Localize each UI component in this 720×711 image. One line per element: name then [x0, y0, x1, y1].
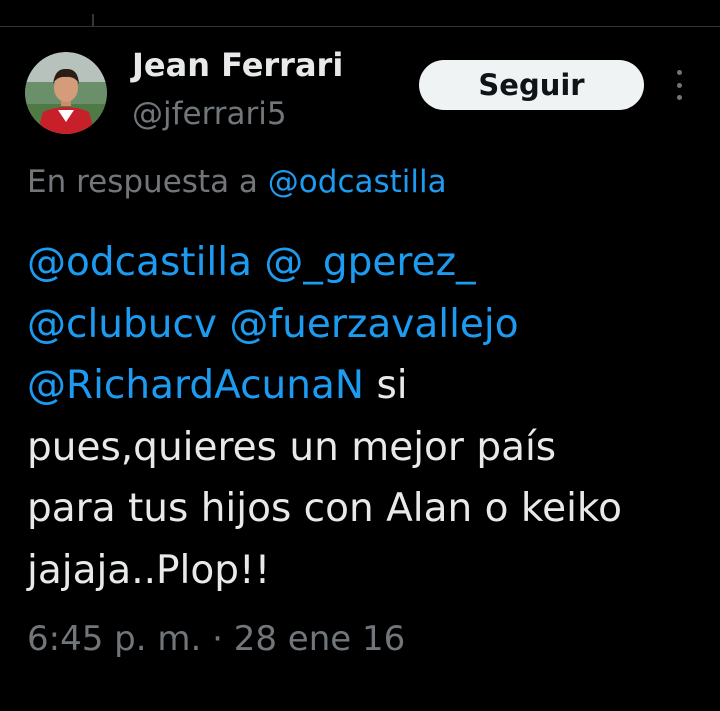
thread-connector-line: [92, 14, 94, 27]
reply-context-prefix: En respuesta a: [27, 164, 258, 200]
tweet-line-1: @odcastilla @_gperez_: [27, 232, 707, 294]
follow-button[interactable]: Seguir: [419, 60, 644, 110]
mention-link[interactable]: @fuerzavallejo: [229, 302, 518, 347]
mention-link[interactable]: @odcastilla: [27, 240, 252, 285]
reply-context-mention[interactable]: @odcastilla: [268, 164, 447, 200]
dot: [676, 82, 682, 88]
more-options-icon[interactable]: [670, 70, 688, 100]
meta-separator: ·: [212, 619, 223, 659]
tweet-date: 28 ene 16: [233, 619, 406, 659]
mention-link[interactable]: @_gperez_: [264, 240, 475, 285]
dot: [676, 70, 682, 75]
mention-link[interactable]: @clubucv: [27, 302, 217, 347]
tweet-line-5: para tus hijos con Alan o keiko: [27, 486, 622, 531]
tweet-line-6: jajaja..Plop!!: [27, 547, 271, 593]
tweet-line-4: pues,quieres un mejor país: [27, 424, 557, 470]
tweet-text: @odcastilla @_gperez_ @clubucv @fuerzava…: [27, 232, 707, 601]
tweet-text-fragment: si: [376, 363, 408, 408]
author-name[interactable]: Jean Ferrari: [132, 46, 343, 84]
author-handle[interactable]: @jferrari5: [132, 96, 287, 132]
reply-context: En respuesta a @odcastilla: [27, 164, 447, 200]
mention-link[interactable]: @RichardAcunaN: [27, 363, 364, 408]
tweet-timestamp[interactable]: 6:45 p. m. · 28 ene 16: [27, 619, 405, 659]
user-avatar-photo-icon: [25, 52, 107, 134]
avatar[interactable]: [25, 52, 107, 134]
top-divider: [0, 26, 720, 27]
tweet-time: 6:45 p. m.: [27, 619, 202, 659]
dot: [676, 95, 682, 100]
tweet-line-3: @RichardAcunaN si: [27, 355, 707, 417]
tweet-line-2: @clubucv @fuerzavallejo: [27, 294, 707, 356]
